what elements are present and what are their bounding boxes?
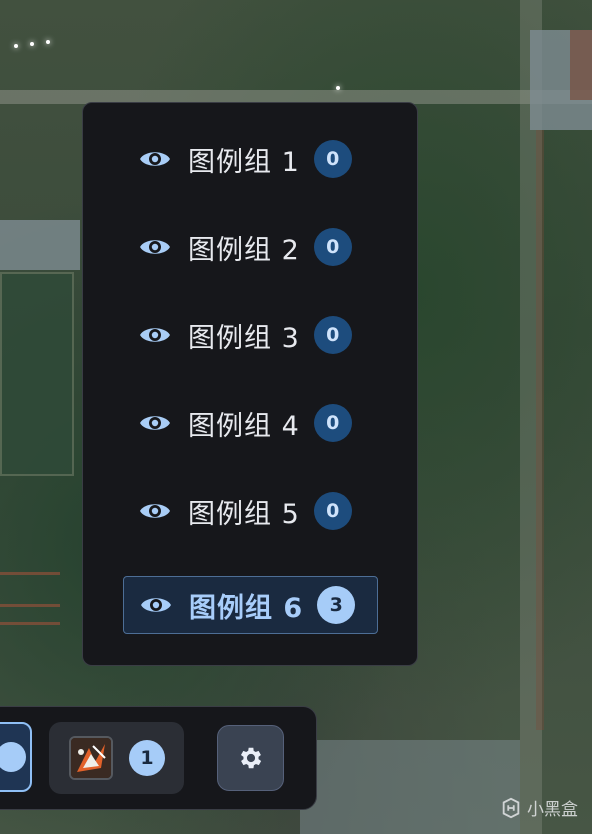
legend-item-2[interactable]: 图例组 2 0 — [139, 223, 352, 271]
eye-icon[interactable] — [139, 324, 171, 346]
legend-item-label: 图例组 2 — [188, 234, 300, 266]
legend-item-label: 图例组 4 — [188, 410, 300, 442]
legend-item-5[interactable]: 图例组 5 0 — [139, 487, 352, 535]
legend-panel: 图例组 1 0 图例组 2 0 图例组 3 0 图例组 4 0 图例组 5 0 图例组 6 3 — [82, 102, 418, 666]
gear-icon — [240, 747, 261, 769]
heybox-watermark: 小黑盒 — [500, 795, 578, 820]
legend-toggle-button[interactable] — [0, 722, 32, 792]
settings-button[interactable] — [217, 725, 284, 791]
legend-item-4[interactable]: 图例组 4 0 — [139, 399, 352, 447]
legend-item-label: 图例组 3 — [188, 322, 300, 354]
legend-item-count-badge: 0 — [313, 140, 352, 178]
legend-item-count-badge: 0 — [313, 228, 352, 266]
legend-item-6[interactable]: 图例组 6 3 — [123, 576, 378, 634]
heybox-logo-icon — [502, 797, 520, 818]
legend-item-count-badge: 0 — [313, 492, 352, 530]
legend-item-count-badge: 0 — [313, 316, 352, 354]
legend-item-label: 图例组 5 — [188, 498, 300, 530]
marker-group-button[interactable]: 1 — [49, 722, 184, 794]
legend-item-label: 图例组 6 — [189, 592, 304, 624]
eye-icon[interactable] — [140, 594, 172, 616]
marker-thumbnail-icon — [69, 736, 113, 780]
eye-icon[interactable] — [139, 412, 171, 434]
legend-item-3[interactable]: 图例组 3 0 — [139, 311, 352, 359]
eye-icon[interactable] — [139, 500, 171, 522]
legend-item-count-badge: 0 — [313, 404, 352, 442]
eye-icon[interactable] — [139, 148, 171, 170]
legend-item-1[interactable]: 图例组 1 0 — [139, 135, 352, 183]
legend-item-count-badge: 3 — [317, 586, 356, 624]
watermark-text: 小黑盒 — [527, 800, 578, 820]
legend-item-label: 图例组 1 — [188, 146, 300, 178]
marker-group-count-badge: 1 — [129, 740, 165, 776]
active-indicator-dot — [0, 742, 26, 772]
eye-icon[interactable] — [139, 236, 171, 258]
